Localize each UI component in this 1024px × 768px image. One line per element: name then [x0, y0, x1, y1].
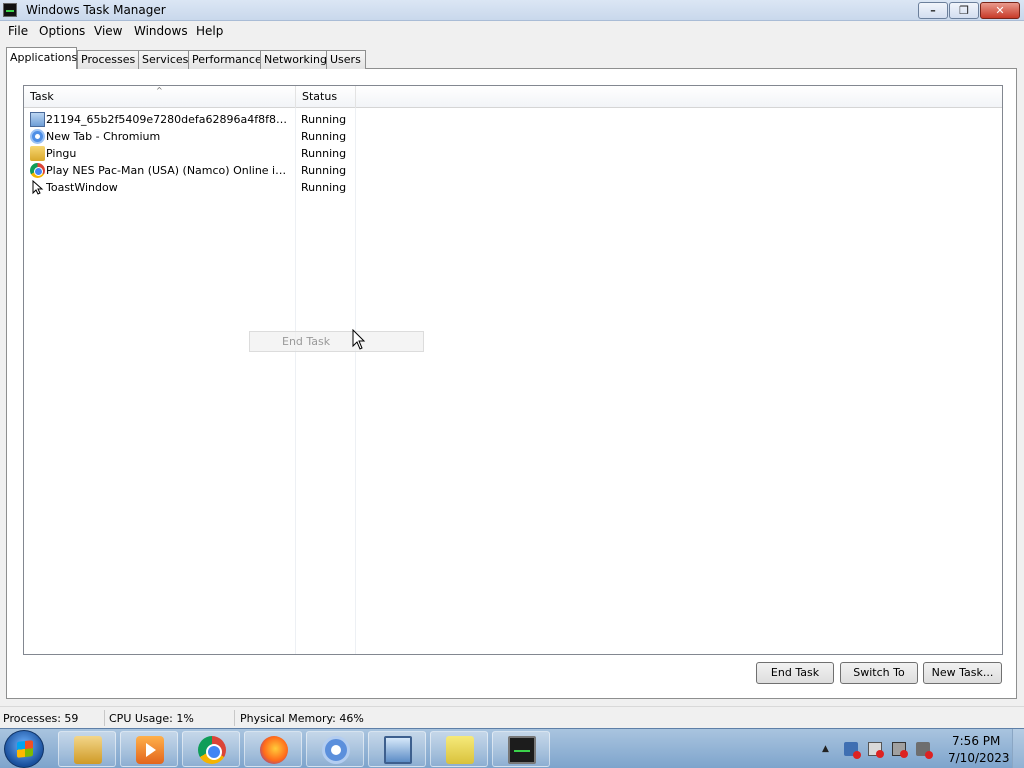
- task-row[interactable]: 21194_65b2f5409e7280defa62896a4f8f8ce1f8…: [24, 111, 357, 128]
- window-controls: – ❐ ✕: [918, 2, 1020, 19]
- photo-viewer-icon: [384, 736, 412, 764]
- spongebob-icon: [446, 736, 474, 764]
- task-row[interactable]: ToastWindow Running: [24, 179, 357, 196]
- flag-icon[interactable]: [868, 742, 884, 758]
- menu-windows[interactable]: Windows: [134, 24, 188, 38]
- taskbar-chrome[interactable]: [182, 731, 240, 767]
- folder-icon: [30, 146, 45, 161]
- show-desktop-button[interactable]: [1012, 729, 1024, 768]
- sort-ascending-icon: ^: [156, 86, 163, 95]
- screenshot-icon: [30, 112, 45, 127]
- title-bar: Windows Task Manager – ❐ ✕: [0, 0, 1024, 21]
- restore-button[interactable]: ❐: [949, 2, 979, 19]
- taskbar-explorer[interactable]: [58, 731, 116, 767]
- task-manager-icon: [508, 736, 536, 764]
- close-icon: ✕: [995, 4, 1005, 17]
- window-title: Windows Task Manager: [26, 3, 166, 17]
- network-icon[interactable]: [892, 742, 908, 758]
- column-header-status[interactable]: Status: [296, 86, 356, 108]
- task-name: ToastWindow: [46, 181, 118, 194]
- tab-users[interactable]: Users: [326, 50, 366, 69]
- taskbar-chromium[interactable]: [306, 731, 364, 767]
- system-tray: ▲ 7:56 PM 7/10/2023: [820, 729, 1024, 768]
- show-hidden-icons-icon[interactable]: ▲: [822, 744, 834, 758]
- end-task-button[interactable]: End Task: [756, 662, 834, 684]
- task-manager-icon: [3, 3, 17, 17]
- physical-memory: Physical Memory: 46%: [240, 712, 364, 725]
- column-task-label: Task: [30, 90, 54, 103]
- switch-to-button[interactable]: Switch To: [840, 662, 918, 684]
- status-divider: [234, 710, 235, 726]
- taskbar-photo-viewer[interactable]: [368, 731, 426, 767]
- mouse-pointer-icon: [352, 329, 366, 350]
- drag-ghost-end-task: End Task: [249, 331, 424, 352]
- cpu-usage: CPU Usage: 1%: [109, 712, 194, 725]
- chrome-icon: [30, 163, 45, 178]
- column-status-label: Status: [302, 90, 338, 103]
- chrome-icon: [198, 736, 226, 764]
- task-status: Running: [301, 181, 347, 194]
- clock-date[interactable]: 7/10/2023: [948, 751, 1010, 765]
- menu-file[interactable]: File: [8, 24, 28, 38]
- status-divider: [104, 710, 105, 726]
- media-player-icon: [136, 736, 164, 764]
- list-header: Task ^ Status: [24, 86, 1002, 108]
- taskbar-spongebob[interactable]: [430, 731, 488, 767]
- tab-processes[interactable]: Processes: [77, 50, 139, 69]
- chromium-icon: [322, 736, 350, 764]
- clock-time[interactable]: 7:56 PM: [952, 734, 1000, 748]
- menu-view[interactable]: View: [94, 24, 122, 38]
- task-row[interactable]: New Tab - Chromium Running: [24, 128, 357, 145]
- task-name: Play NES Pac-Man (USA) (Namco) Online in…: [46, 164, 291, 177]
- start-button[interactable]: [4, 730, 44, 768]
- task-status: Running: [301, 130, 347, 143]
- tab-applications[interactable]: Applications: [6, 47, 77, 69]
- minimize-button[interactable]: –: [918, 2, 948, 19]
- taskbar-media-player[interactable]: [120, 731, 178, 767]
- volume-icon[interactable]: [916, 742, 933, 759]
- tab-services[interactable]: Services: [138, 50, 189, 69]
- error-badge-icon: [900, 750, 908, 758]
- taskbar-firefox[interactable]: [244, 731, 302, 767]
- warning-badge-icon: [853, 751, 861, 759]
- taskbar-task-manager[interactable]: [492, 731, 550, 767]
- tab-performance[interactable]: Performance: [188, 50, 262, 69]
- restore-icon: ❐: [959, 4, 969, 17]
- task-name: 21194_65b2f5409e7280defa62896a4f8f8ce1f8…: [46, 113, 291, 126]
- task-status: Running: [301, 113, 347, 126]
- menu-bar: File Options View Windows Help: [0, 22, 1024, 42]
- mute-badge-icon: [925, 751, 933, 759]
- firefox-icon: [260, 736, 288, 764]
- taskbar: ▲ 7:56 PM 7/10/2023: [0, 728, 1024, 768]
- applications-list[interactable]: Task ^ Status 21194_65b2f5409e7280defa62…: [23, 85, 1003, 655]
- minimize-icon: –: [930, 4, 936, 17]
- task-row[interactable]: Play NES Pac-Man (USA) (Namco) Online in…: [24, 162, 357, 179]
- menu-help[interactable]: Help: [196, 24, 223, 38]
- menu-options[interactable]: Options: [39, 24, 85, 38]
- action-center-icon[interactable]: [844, 742, 861, 759]
- task-status: Running: [301, 147, 347, 160]
- task-name: Pingu: [46, 147, 77, 160]
- task-status: Running: [301, 164, 347, 177]
- tab-networking[interactable]: Networking: [260, 50, 327, 69]
- status-bar: Processes: 59 CPU Usage: 1% Physical Mem…: [0, 706, 1024, 728]
- close-button[interactable]: ✕: [980, 2, 1020, 19]
- process-count: Processes: 59: [3, 712, 79, 725]
- windows-explorer-icon: [74, 736, 102, 764]
- task-name: New Tab - Chromium: [46, 130, 161, 143]
- task-row[interactable]: Pingu Running: [24, 145, 357, 162]
- chromium-icon: [30, 129, 45, 144]
- cursor-icon: [30, 179, 45, 195]
- error-badge-icon: [876, 750, 884, 758]
- new-task-button[interactable]: New Task...: [923, 662, 1002, 684]
- windows-logo-icon: [17, 740, 33, 758]
